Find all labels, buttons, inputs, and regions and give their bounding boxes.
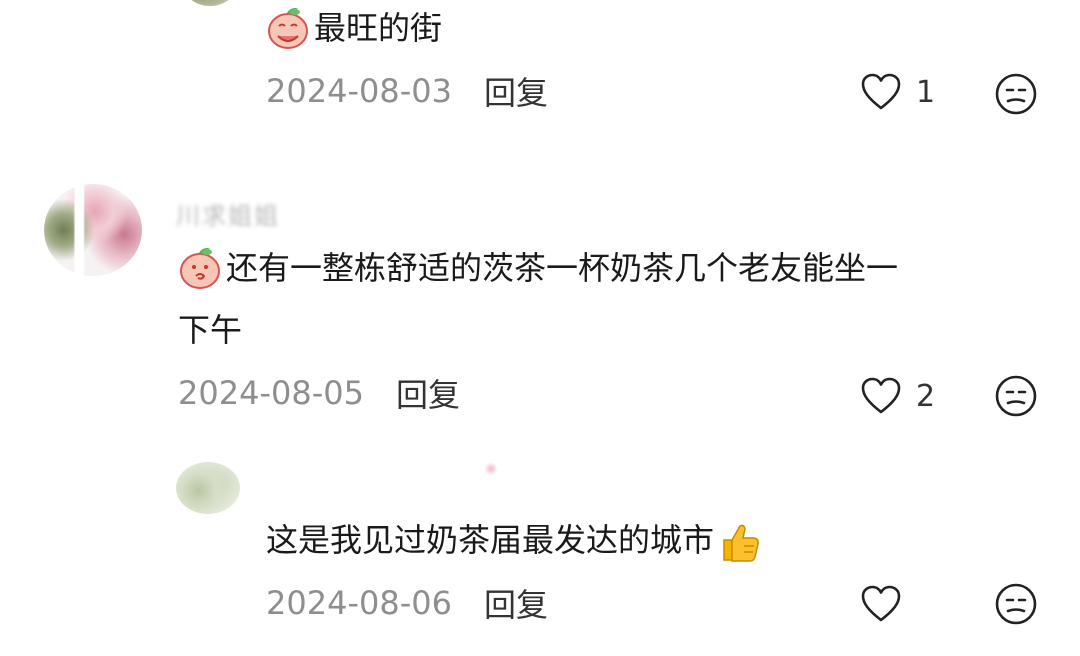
comment-meta: 2024-08-05 回复 (178, 372, 460, 414)
neutral-face-icon[interactable] (994, 582, 1038, 626)
avatar[interactable] (44, 184, 142, 276)
reply-button[interactable]: 回复 (396, 370, 460, 416)
heart-icon (861, 73, 901, 110)
comment-list: 最旺的街 2024-08-03 回复 1 川求姐姐 还有一整栋舒适的茨茶一杯奶茶… (0, 0, 1080, 656)
blurred-name-decoration (484, 462, 498, 476)
like-button[interactable] (860, 584, 902, 624)
like-button[interactable]: 1 (860, 72, 935, 112)
reply-button[interactable]: 回复 (484, 68, 548, 114)
reply-button[interactable]: 回复 (484, 580, 548, 626)
avatar[interactable] (176, 462, 240, 514)
comment-text-line2: 下午 (178, 311, 243, 349)
like-button[interactable]: 2 (860, 376, 935, 416)
neutral-face-icon[interactable] (994, 374, 1038, 418)
comment-date: 2024-08-05 (178, 374, 364, 412)
neutral-face-icon[interactable] (994, 72, 1038, 116)
peach-face-icon (268, 8, 308, 49)
comment-text-line1: 还有一整栋舒适的茨茶一杯奶茶几个老友能坐一 (226, 249, 899, 287)
comment-text: 最旺的街 (314, 9, 443, 47)
comment-date: 2024-08-03 (266, 72, 452, 110)
like-count: 2 (916, 378, 936, 414)
avatar[interactable] (178, 0, 242, 6)
author-name[interactable]: 川求姐姐 (176, 196, 326, 230)
comment-text: 这是我见过奶茶届最发达的城市 (266, 514, 762, 566)
heart-icon (861, 585, 901, 622)
comment-meta: 2024-08-03 回复 (266, 70, 548, 112)
heart-icon (861, 377, 901, 414)
like-count: 1 (916, 74, 936, 110)
comment-date: 2024-08-06 (266, 584, 452, 622)
comment-text-content: 这是我见过奶茶届最发达的城市 (266, 521, 715, 559)
peach-face-icon (180, 248, 220, 289)
comment-meta: 2024-08-06 回复 (266, 582, 548, 624)
thumbs-up-icon (723, 524, 759, 562)
